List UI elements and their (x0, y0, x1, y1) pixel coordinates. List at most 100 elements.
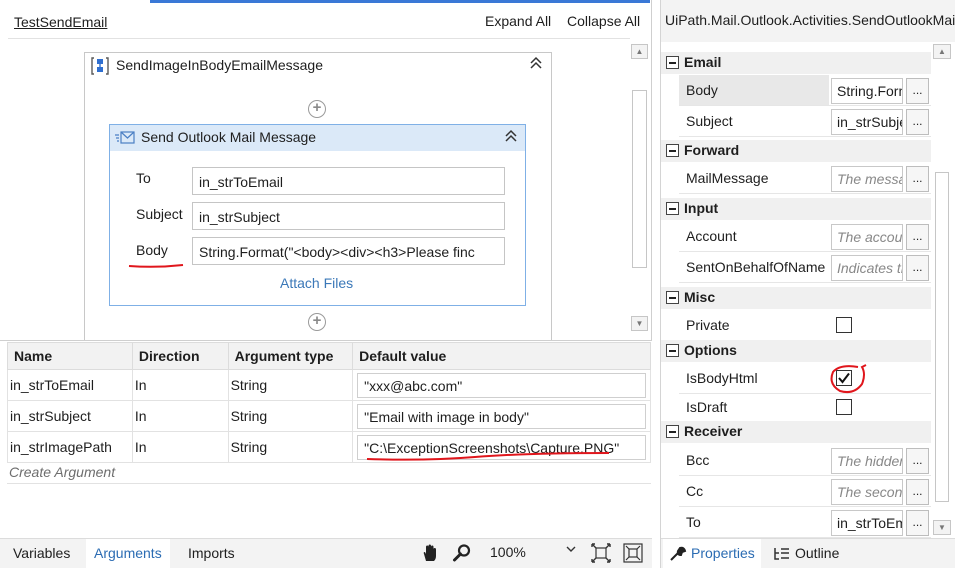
property-row-private[interactable]: Private (679, 310, 931, 341)
property-row-to[interactable]: To in_strToEmail ... (679, 507, 931, 538)
subject-input[interactable]: in_strSubject (192, 202, 505, 230)
property-subject-input[interactable]: in_strSubject (831, 109, 903, 135)
add-activity-plus-icon[interactable]: + (308, 100, 326, 118)
category-input[interactable]: Input (661, 198, 931, 220)
column-header-name[interactable]: Name (7, 342, 133, 370)
ellipsis-button[interactable]: ... (906, 224, 929, 250)
red-underline-annotation (366, 452, 610, 461)
column-header-argument-type[interactable]: Argument type (227, 342, 354, 370)
property-row-isdraft[interactable]: IsDraft (679, 392, 931, 423)
property-row-mailmessage[interactable]: MailMessage The message to be forwarded … (679, 163, 931, 194)
argument-type[interactable]: String (227, 431, 354, 463)
designer-scrollbar[interactable]: ▲ ▼ (629, 40, 650, 332)
arguments-panel: Name Direction Argument type Default val… (0, 340, 652, 538)
create-argument-row[interactable]: Create Argument (7, 464, 651, 484)
ellipsis-button[interactable]: ... (906, 109, 929, 135)
collapse-all-button[interactable]: Collapse All (567, 13, 640, 29)
property-row-cc[interactable]: Cc The secondary recipients ... (679, 476, 931, 507)
table-row[interactable]: in_strToEmail In String "xxx@abc.com" (7, 369, 651, 401)
to-input[interactable]: in_strToEmail (192, 167, 505, 195)
magnifier-icon[interactable] (452, 543, 472, 563)
fit-to-screen-icon[interactable] (591, 543, 611, 563)
tab-outline[interactable]: Outline (773, 539, 839, 568)
scrollbar-thumb[interactable] (632, 90, 647, 268)
argument-type[interactable]: String (227, 400, 354, 432)
argument-name[interactable]: in_strSubject (7, 400, 133, 432)
chevron-down-icon[interactable] (566, 545, 576, 556)
argument-direction[interactable]: In (131, 431, 229, 463)
properties-scrollbar[interactable]: ▲ ▼ (931, 42, 953, 538)
body-input[interactable]: String.Format("<body><div><h3>Please fin… (192, 237, 505, 265)
scroll-down-icon[interactable]: ▼ (933, 520, 951, 535)
sequence-container[interactable]: SendImageInBodyEmailMessage + Send Outlo… (84, 52, 552, 342)
ellipsis-button[interactable]: ... (906, 255, 929, 281)
table-row[interactable]: in_strSubject In String "Email with imag… (7, 400, 651, 432)
property-row-body[interactable]: Body String.Format("<body> ... (679, 75, 931, 106)
isdraft-checkbox[interactable] (836, 399, 852, 415)
double-chevron-up-icon[interactable] (504, 129, 518, 146)
property-cc-input[interactable]: The secondary recipients (831, 479, 903, 505)
property-name: MailMessage (686, 170, 769, 186)
collapse-minus-icon[interactable] (666, 144, 679, 157)
property-sentonbehalfofname-input[interactable]: Indicates the name (831, 255, 903, 281)
property-mailmessage-input[interactable]: The message to be forwarded (831, 166, 903, 192)
overview-icon[interactable] (623, 543, 643, 563)
breadcrumb[interactable]: TestSendEmail (14, 14, 107, 30)
workflow-designer: TestSendEmail Expand All Collapse All Se… (0, 0, 652, 342)
argument-default-value-input[interactable]: "Email with image in body" (357, 403, 646, 429)
property-row-isbodyhtml[interactable]: IsBodyHtml (679, 363, 931, 394)
argument-direction[interactable]: In (131, 369, 229, 401)
scroll-up-icon[interactable]: ▲ (631, 44, 648, 59)
argument-name[interactable]: in_strImagePath (7, 431, 133, 463)
argument-type[interactable]: String (227, 369, 354, 401)
red-underline-annotation (128, 264, 184, 268)
double-chevron-up-icon[interactable] (529, 56, 543, 73)
property-row-subject[interactable]: Subject in_strSubject ... (679, 106, 931, 137)
argument-default-value-input[interactable]: "xxx@abc.com" (357, 372, 646, 398)
property-row-account[interactable]: Account The account used to send ... (679, 221, 931, 252)
category-receiver[interactable]: Receiver (661, 421, 931, 443)
create-argument-placeholder[interactable]: Create Argument (9, 464, 115, 480)
property-bcc-input[interactable]: The hidden recipients (831, 448, 903, 474)
property-to-input[interactable]: in_strToEmail (831, 510, 903, 536)
collapse-minus-icon[interactable] (666, 291, 679, 304)
property-account-input[interactable]: The account used to send (831, 224, 903, 250)
collapse-minus-icon[interactable] (666, 56, 679, 69)
scroll-down-icon[interactable]: ▼ (631, 316, 648, 331)
collapse-minus-icon[interactable] (666, 344, 679, 357)
tab-variables[interactable]: Variables (13, 545, 70, 561)
ellipsis-button[interactable]: ... (906, 78, 929, 104)
send-outlook-mail-activity[interactable]: Send Outlook Mail Message To in_strToEma… (109, 124, 526, 306)
property-row-sentonbehalfofname[interactable]: SentOnBehalfOfName Indicates the name ..… (679, 252, 931, 283)
property-row-bcc[interactable]: Bcc The hidden recipients ... (679, 445, 931, 476)
ellipsis-button[interactable]: ... (906, 510, 929, 536)
tab-imports[interactable]: Imports (188, 545, 235, 561)
column-header-direction[interactable]: Direction (131, 342, 229, 370)
ellipsis-button[interactable]: ... (906, 448, 929, 474)
property-body-input[interactable]: String.Format("<body> (831, 78, 903, 104)
add-activity-plus-icon[interactable]: + (308, 313, 326, 331)
ellipsis-button[interactable]: ... (906, 166, 929, 192)
scroll-up-icon[interactable]: ▲ (933, 44, 951, 59)
collapse-minus-icon[interactable] (666, 202, 679, 215)
attach-files-link[interactable]: Attach Files (280, 275, 353, 291)
property-name: Account (686, 228, 737, 244)
column-header-default-value[interactable]: Default value (352, 342, 651, 370)
private-checkbox[interactable] (836, 317, 852, 333)
collapse-minus-icon[interactable] (666, 425, 679, 438)
property-name: Private (686, 317, 730, 333)
scrollbar-thumb[interactable] (935, 172, 949, 502)
pan-hand-icon[interactable] (420, 543, 440, 563)
argument-name[interactable]: in_strToEmail (7, 369, 133, 401)
category-misc[interactable]: Misc (661, 287, 931, 309)
active-tab-accent (150, 0, 650, 3)
category-forward[interactable]: Forward (661, 140, 931, 162)
category-options[interactable]: Options (661, 340, 931, 362)
argument-direction[interactable]: In (131, 400, 229, 432)
tab-arguments[interactable]: Arguments (86, 539, 170, 568)
ellipsis-button[interactable]: ... (906, 479, 929, 505)
category-email[interactable]: Email (661, 52, 931, 74)
zoom-select[interactable]: 100% (484, 542, 578, 564)
expand-all-button[interactable]: Expand All (485, 13, 551, 29)
tab-properties[interactable]: Properties (663, 539, 761, 568)
